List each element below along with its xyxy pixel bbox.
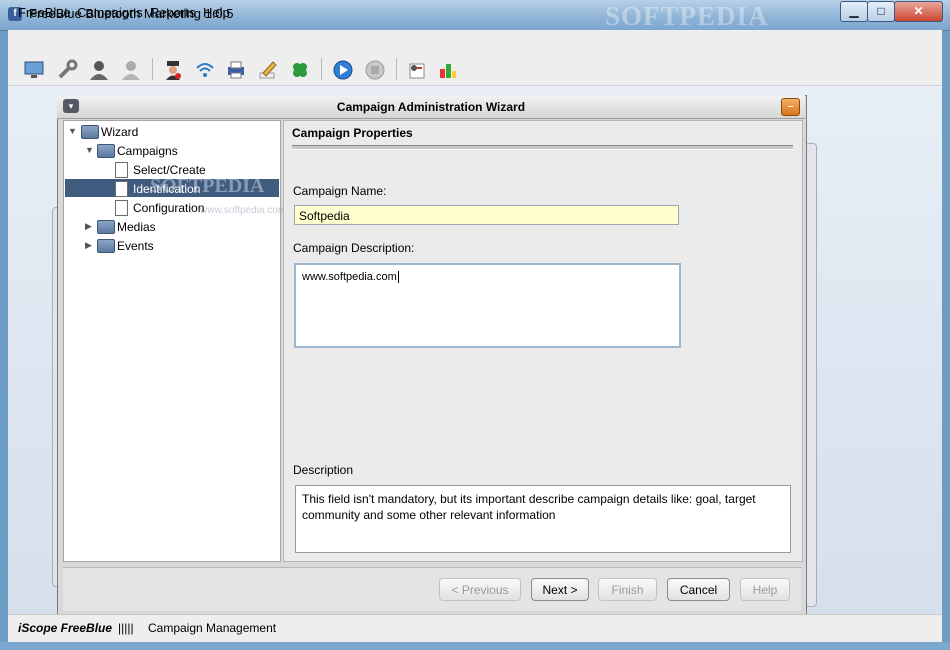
section-title: Campaign Properties: [292, 126, 413, 140]
maximize-button[interactable]: □: [867, 1, 895, 22]
folder-icon: [81, 125, 99, 139]
campaign-description-textarea[interactable]: www.softpedia.com: [294, 263, 681, 348]
folder-icon: [97, 220, 115, 234]
wizard-title: Campaign Administration Wizard: [336, 100, 526, 114]
tree-item-events[interactable]: Events: [117, 239, 154, 253]
description-text: www.softpedia.com: [302, 271, 397, 283]
tree-collapse-icon[interactable]: ▶: [85, 221, 92, 232]
tree-item-medias[interactable]: Medias: [117, 220, 156, 234]
menu-bar: [8, 30, 942, 54]
folder-icon: [97, 144, 115, 158]
chart-icon[interactable]: [435, 57, 461, 83]
page-icon: [115, 162, 128, 178]
status-brand: iScope FreeBlue: [18, 621, 113, 635]
printer-icon[interactable]: [223, 57, 249, 83]
menu-freeblue[interactable]: FreeBlue: [18, 5, 71, 20]
help-label: Description: [293, 463, 354, 477]
section-divider: [292, 145, 793, 150]
tree-item-configuration[interactable]: Configuration: [133, 201, 204, 215]
campaign-description-label: Campaign Description:: [293, 241, 415, 255]
menu-reports[interactable]: Reports: [150, 5, 196, 20]
next-button[interactable]: Next >: [531, 578, 589, 601]
toolbar: [8, 54, 942, 86]
tree-item-wizard[interactable]: Wizard: [101, 125, 138, 139]
finish-button[interactable]: Finish: [598, 578, 657, 601]
tree-collapse-icon[interactable]: ▶: [85, 240, 92, 251]
close-button[interactable]: ✕: [894, 1, 943, 22]
status-text: Campaign Management: [148, 621, 277, 635]
play-icon[interactable]: [330, 57, 356, 83]
campaign-name-input[interactable]: Softpedia: [294, 205, 679, 225]
toolbar-separator: [321, 58, 322, 80]
wrench-icon[interactable]: [54, 57, 80, 83]
campaign-name-label: Campaign Name:: [293, 184, 387, 198]
menu-help[interactable]: Help: [203, 5, 230, 20]
clover-icon[interactable]: [287, 57, 313, 83]
window-bottom-border: [0, 642, 950, 650]
spy-icon[interactable]: [160, 57, 186, 83]
help-button[interactable]: Help: [740, 578, 790, 601]
tree-item-identification[interactable]: Identification: [133, 182, 200, 196]
tree-expand-icon[interactable]: ▼: [85, 145, 94, 155]
cancel-button[interactable]: Cancel: [667, 578, 730, 601]
text-cursor: [397, 271, 399, 283]
wizard-minimize-button[interactable]: –: [781, 98, 800, 116]
tree-item-campaigns[interactable]: Campaigns: [117, 144, 178, 158]
tree-item-select-create[interactable]: Select/Create: [133, 163, 206, 177]
toolbar-separator: [396, 58, 397, 80]
contact-card-icon[interactable]: [404, 57, 430, 83]
wifi-icon[interactable]: [192, 57, 218, 83]
minimize-button[interactable]: ▁: [840, 1, 868, 22]
stop-icon[interactable]: [362, 57, 388, 83]
page-icon: [115, 200, 128, 216]
toolbar-separator: [152, 58, 153, 80]
watermark: SOFTPEDIA: [605, 1, 769, 31]
previous-button[interactable]: < Previous: [439, 578, 521, 601]
user-gray-icon[interactable]: [118, 57, 144, 83]
monitor-icon[interactable]: [21, 57, 47, 83]
help-text-box: This field isn't mandatory, but its impo…: [295, 485, 791, 553]
folder-icon: [97, 239, 115, 253]
tree-watermark-url: www.softpedia.com: [200, 205, 287, 216]
user-icon[interactable]: [86, 57, 112, 83]
wizard-menu-icon[interactable]: ▾: [63, 99, 79, 113]
pencil-icon[interactable]: [255, 57, 281, 83]
status-separator: |||||: [118, 621, 134, 635]
menu-campaigns[interactable]: Campaigns: [77, 5, 143, 20]
tree-expand-icon[interactable]: ▼: [68, 126, 77, 136]
page-icon: [115, 181, 128, 197]
